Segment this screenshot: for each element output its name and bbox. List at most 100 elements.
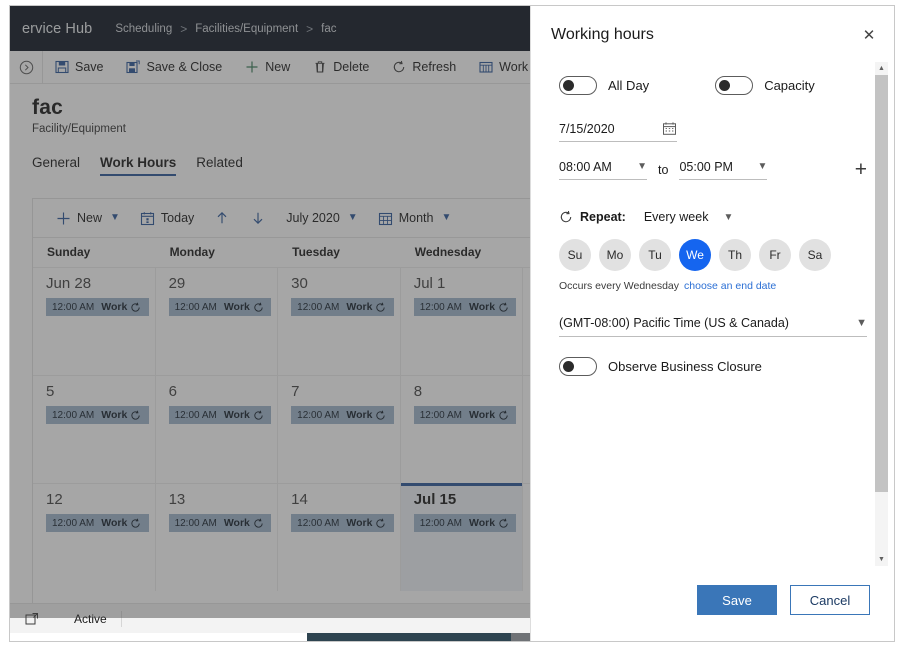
calendar-event[interactable]: 12:00 AM Work <box>168 298 272 316</box>
save-button[interactable]: Save <box>43 51 115 84</box>
calendar-cell[interactable]: Jul 1 12:00 AM Work <box>400 267 524 375</box>
scrollbar-thumb[interactable] <box>875 75 888 492</box>
chevron-down-icon[interactable]: ▼ <box>441 213 451 223</box>
calendar-cell[interactable]: 13 12:00 AM Work <box>155 483 279 591</box>
calendar-event-title: Work <box>468 517 496 529</box>
chevron-down-icon[interactable]: ▼ <box>758 161 768 172</box>
delete-button-label: Delete <box>333 60 370 74</box>
occurs-text: Occurs every Wednesday <box>559 280 680 292</box>
calendar-event-time: 12:00 AM <box>419 517 462 529</box>
repeat-day-su[interactable]: Su <box>559 239 591 271</box>
calendar-event-time: 12:00 AM <box>297 409 340 421</box>
calendar-event[interactable]: 12:00 AM Work <box>413 298 517 316</box>
taskbar-segment <box>10 633 307 641</box>
calendar-previous-button[interactable] <box>205 203 239 233</box>
calendar-cell[interactable]: 14 12:00 AM Work <box>278 483 401 591</box>
calendar-picker-icon[interactable] <box>662 121 677 136</box>
calendar-period-selector[interactable]: July 2020 ▼ <box>277 203 366 233</box>
panel-body: All Day Capacity 7/15/2020 08:00 AM ▼ to… <box>531 54 894 566</box>
start-time-field[interactable]: 08:00 AM ▼ <box>559 160 647 180</box>
calendar-cell[interactable]: 30 12:00 AM Work <box>278 267 401 375</box>
chevron-down-icon[interactable]: ▼ <box>110 213 120 223</box>
chevron-down-icon[interactable]: ▼ <box>723 212 733 223</box>
new-button-label: New <box>265 60 291 74</box>
scroll-up-icon[interactable]: ▲ <box>875 62 888 75</box>
panel-scrollbar[interactable]: ▲ ▼ <box>875 62 888 566</box>
calendar-new-button[interactable]: New ▼ <box>47 203 129 233</box>
calendar-event[interactable]: 12:00 AM Work <box>413 406 517 424</box>
calendar-cell-date: Jul 1 <box>413 275 446 292</box>
timezone-field[interactable]: (GMT-08:00) Pacific Time (US & Canada) ▼ <box>559 316 867 337</box>
calendar-event[interactable]: 12:00 AM Work <box>291 514 394 532</box>
end-time-value: 05:00 PM <box>679 159 733 174</box>
calendar-event[interactable]: 12:00 AM Work <box>413 514 517 532</box>
calendar-cell[interactable]: 5 12:00 AM Work <box>33 375 156 483</box>
panel-cancel-button[interactable]: Cancel <box>790 585 870 615</box>
calendar-event[interactable]: 12:00 AM Work <box>291 406 394 424</box>
chevron-down-icon[interactable]: ▼ <box>348 213 358 223</box>
recurrence-icon <box>375 302 386 313</box>
calendar-view-label: Month <box>398 211 434 225</box>
date-field[interactable]: 7/15/2020 <box>559 121 677 142</box>
calendar-event[interactable]: 12:00 AM Work <box>46 514 149 532</box>
repeat-day-sa[interactable]: Sa <box>799 239 831 271</box>
calendar-event[interactable]: 12:00 AM Work <box>168 514 272 532</box>
repeat-frequency-value[interactable]: Every week <box>644 210 709 224</box>
add-time-range-button[interactable]: + <box>855 159 867 180</box>
close-icon[interactable]: ✕ <box>858 24 880 46</box>
chevron-down-icon[interactable]: ▼ <box>856 317 867 329</box>
repeat-day-fr[interactable]: Fr <box>759 239 791 271</box>
calendar-next-button[interactable] <box>241 203 275 233</box>
tab-related[interactable]: Related <box>196 155 243 176</box>
repeat-day-mo[interactable]: Mo <box>599 239 631 271</box>
save-and-close-button[interactable]: Save & Close <box>115 51 234 84</box>
expand-nav-button[interactable] <box>10 50 43 84</box>
weekday-monday: Monday <box>169 245 215 259</box>
calendar-event[interactable]: 12:00 AM Work <box>46 298 149 316</box>
calendar-event[interactable]: 12:00 AM Work <box>46 406 149 424</box>
calendar-event-title: Work <box>223 409 250 421</box>
calendar-cell[interactable]: 8 12:00 AM Work <box>400 375 524 483</box>
capacity-toggle[interactable] <box>715 76 754 95</box>
repeat-day-we[interactable]: We <box>679 239 711 271</box>
calendar-event-time: 12:00 AM <box>297 517 340 529</box>
tab-general[interactable]: General <box>32 155 80 176</box>
repeat-day-th[interactable]: Th <box>719 239 751 271</box>
chevron-down-icon[interactable]: ▼ <box>637 161 647 172</box>
new-button[interactable]: New <box>233 51 301 84</box>
recurrence-icon <box>130 410 141 421</box>
breadcrumb-item-fac[interactable]: fac <box>321 23 336 35</box>
trash-icon <box>312 60 327 75</box>
calendar-cell-date: 5 <box>46 383 55 400</box>
weekday-sunday: Sunday <box>47 245 91 259</box>
panel-save-button[interactable]: Save <box>697 585 777 615</box>
recurrence-icon <box>375 518 386 529</box>
calendar-cell-date: 30 <box>291 275 308 292</box>
refresh-button[interactable]: Refresh <box>380 51 467 84</box>
calendar-cell[interactable]: 7 12:00 AM Work <box>278 375 401 483</box>
popout-icon[interactable] <box>24 611 40 627</box>
tab-work-hours[interactable]: Work Hours <box>100 155 177 176</box>
work-hours-icon <box>478 60 493 75</box>
repeat-day-tu[interactable]: Tu <box>639 239 671 271</box>
breadcrumb-item-facilities[interactable]: Facilities/Equipment <box>195 23 298 35</box>
all-day-toggle[interactable] <box>559 76 597 95</box>
end-time-field[interactable]: 05:00 PM ▼ <box>679 159 768 180</box>
choose-end-date-link[interactable]: choose an end date <box>684 280 776 292</box>
calendar-view-selector[interactable]: Month ▼ <box>369 203 461 233</box>
delete-button[interactable]: Delete <box>301 51 380 84</box>
calendar-cell[interactable]: 6 12:00 AM Work <box>155 375 279 483</box>
calendar-today-button[interactable]: Today <box>131 203 203 233</box>
calendar-cell[interactable]: 29 12:00 AM Work <box>155 267 279 375</box>
observe-business-closure-toggle[interactable] <box>559 357 597 376</box>
breadcrumb-item-scheduling[interactable]: Scheduling <box>115 23 172 35</box>
calendar-cell[interactable]: Jun 28 12:00 AM Work <box>33 267 156 375</box>
calendar-event[interactable]: 12:00 AM Work <box>168 406 272 424</box>
calendar-event[interactable]: 12:00 AM Work <box>291 298 394 316</box>
calendar-cell[interactable]: 12 12:00 AM Work <box>33 483 156 591</box>
scroll-down-icon[interactable]: ▼ <box>875 553 888 566</box>
status-badge: Active <box>74 610 122 627</box>
all-day-toggle-label: All Day <box>608 78 650 93</box>
calendar-cell-selected[interactable]: Jul 15 12:00 AM Work <box>400 483 524 591</box>
calendar-cell-date: 8 <box>413 383 423 400</box>
